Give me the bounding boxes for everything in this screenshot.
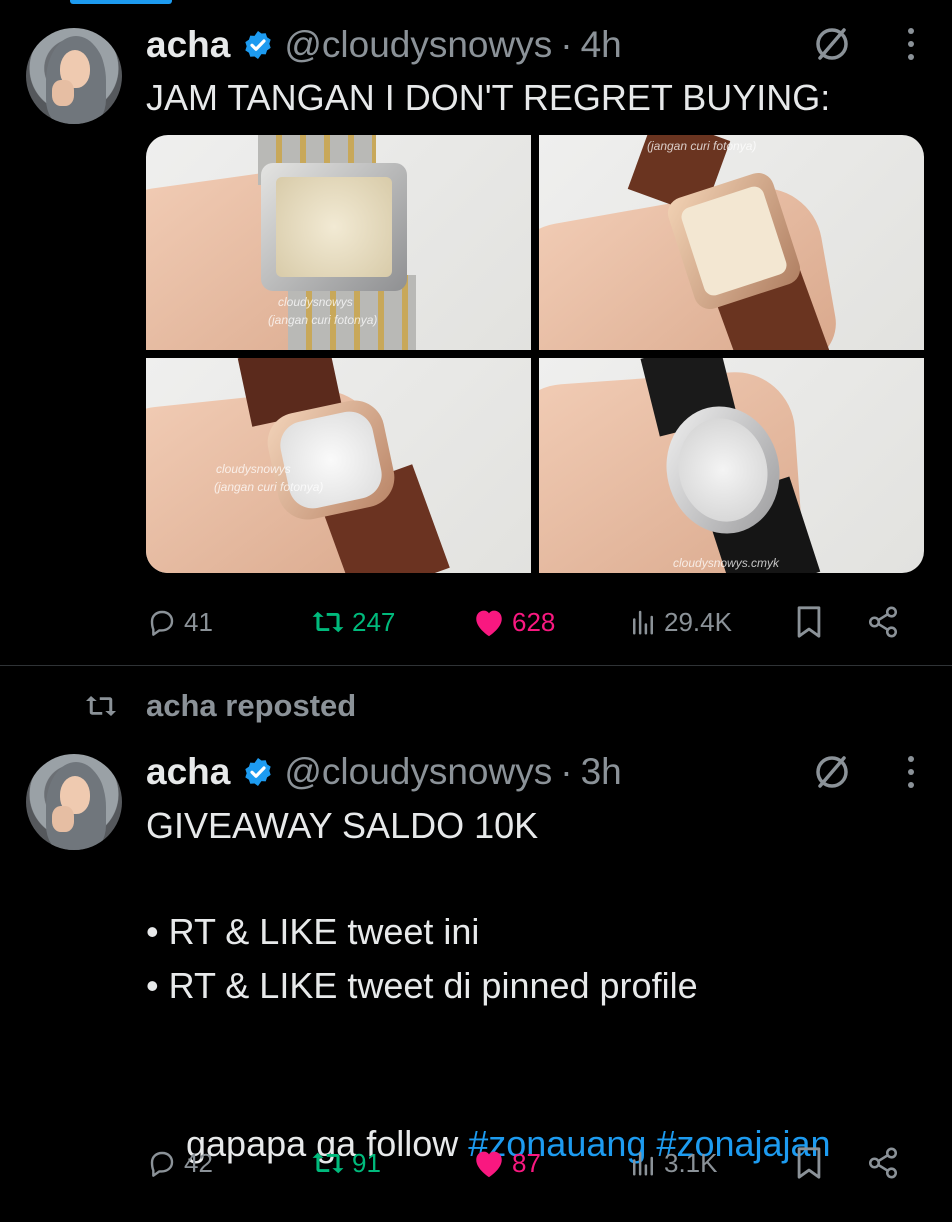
like-button[interactable]: 87 [472, 1147, 541, 1179]
like-count: 628 [512, 606, 556, 637]
tweet-bullet-1: • RT & LIKE tweet ini [146, 911, 480, 952]
bookmark-button[interactable] [794, 605, 824, 639]
like-button[interactable]: 628 [472, 606, 555, 638]
heart-icon [476, 1151, 502, 1178]
views-button[interactable]: 3.1K [628, 1148, 718, 1179]
views-button[interactable]: 29.4K [628, 607, 732, 638]
separator-dot: · [560, 751, 573, 792]
tweet-divider [0, 665, 952, 666]
watch-photo-1[interactable]: cloudysnowys (jangan curi fotonya) [146, 135, 531, 350]
share-icon [868, 606, 898, 638]
view-count: 29.4K [664, 606, 732, 637]
heart-icon [476, 610, 502, 637]
share-icon [868, 1147, 898, 1179]
verified-badge-icon [242, 756, 274, 788]
watch-photo-4[interactable]: cloudysnowys.cmyk [539, 358, 924, 573]
grok-icon[interactable] [812, 752, 852, 792]
repost-button[interactable]: 91 [310, 1147, 381, 1179]
watch-photo-2[interactable]: (jangan curi fotonya) [539, 135, 924, 350]
tweet-actions: 41 247 628 29.4K [146, 597, 906, 647]
author-handle[interactable]: @cloudysnowys [284, 751, 552, 793]
more-options-icon[interactable] [906, 24, 916, 64]
bookmark-icon [797, 1147, 821, 1179]
repost-button[interactable]: 247 [310, 606, 395, 638]
repost-icon [312, 1152, 344, 1174]
repost-icon [86, 696, 116, 716]
reply-count: 41 [184, 606, 213, 637]
bookmark-icon [797, 606, 821, 638]
timestamp[interactable]: 3h [581, 751, 622, 793]
tweet-1[interactable]: acha @cloudysnowys · 4h JAM TANGAN I DON… [0, 0, 952, 665]
repost-context[interactable]: acha reposted [82, 688, 356, 724]
more-options-icon[interactable] [906, 752, 916, 792]
repost-count: 91 [352, 1147, 381, 1178]
reply-icon [150, 610, 174, 636]
views-icon [633, 1151, 653, 1176]
watermark: cloudysnowys.cmyk [673, 556, 780, 570]
watermark: (jangan curi fotonya) [647, 139, 757, 153]
author-name[interactable]: acha [146, 24, 230, 66]
watermark: (jangan curi fotonya) [214, 480, 324, 494]
tweet-actions: 42 91 87 3.1K [146, 1138, 906, 1188]
reply-icon [150, 1151, 174, 1177]
share-button[interactable] [866, 1146, 900, 1180]
watch-photo-3[interactable]: cloudysnowys (jangan curi fotonya) [146, 358, 531, 573]
timestamp[interactable]: 4h [581, 24, 622, 66]
repost-icon [312, 611, 344, 633]
tweet-header: acha @cloudysnowys · 3h [146, 750, 622, 794]
watermark: cloudysnowys [278, 295, 353, 309]
media-grid[interactable]: cloudysnowys (jangan curi fotonya) (jang… [146, 135, 924, 573]
tweet-header: acha @cloudysnowys · 4h [146, 23, 622, 67]
avatar[interactable] [26, 754, 122, 850]
like-count: 87 [512, 1147, 541, 1178]
reply-button[interactable]: 42 [146, 1147, 213, 1179]
separator-dot: · [560, 24, 573, 65]
tweet-text-line1: GIVEAWAY SALDO 10K [146, 805, 539, 846]
bookmark-button[interactable] [794, 1146, 824, 1180]
tweet-text: JAM TANGAN I DON'T REGRET BUYING: [146, 77, 831, 118]
verified-badge-icon [242, 29, 274, 61]
tweet-bullet-2: • RT & LIKE tweet di pinned profile [146, 965, 698, 1006]
reply-button[interactable]: 41 [146, 606, 213, 638]
tweet-2[interactable]: acha @cloudysnowys · 3h GIVEAWAY SALDO 1… [0, 730, 952, 1200]
avatar[interactable] [26, 28, 122, 124]
author-name[interactable]: acha [146, 751, 230, 793]
watermark: (jangan curi fotonya) [268, 313, 378, 327]
grok-icon[interactable] [812, 24, 852, 64]
views-icon [633, 610, 653, 635]
share-button[interactable] [866, 605, 900, 639]
reply-count: 42 [184, 1147, 213, 1178]
view-count: 3.1K [664, 1147, 718, 1178]
watermark: cloudysnowys [216, 462, 291, 476]
repost-label: acha reposted [146, 688, 357, 723]
repost-count: 247 [352, 606, 396, 637]
author-handle[interactable]: @cloudysnowys [284, 24, 552, 66]
